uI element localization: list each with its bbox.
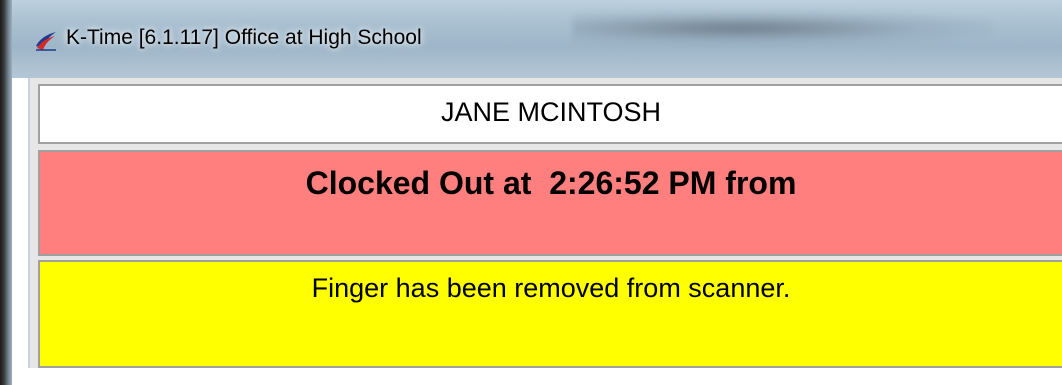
- title-bar-background-blur: [572, 10, 992, 46]
- clock-status-panel: Clocked Out at 2:26:52 PM from: [38, 150, 1062, 256]
- employee-name: JANE MCINTOSH: [440, 97, 662, 127]
- window-bottom-strip: [12, 368, 1062, 385]
- scanner-message-panel: Finger has been removed from scanner.: [38, 260, 1062, 368]
- k-time-app-icon[interactable]: [34, 28, 58, 52]
- title-bar[interactable]: K-Time [6.1.117] Office at High School: [12, 0, 1062, 78]
- k-time-window: K-Time [6.1.117] Office at High School J…: [0, 0, 1062, 385]
- clock-status-text: Clocked Out at 2:26:52 PM from: [305, 165, 797, 201]
- employee-name-panel: JANE MCINTOSH: [38, 84, 1062, 144]
- window-left-frame: [0, 0, 12, 385]
- scanner-message-text: Finger has been removed from scanner.: [311, 273, 791, 303]
- window-title: K-Time [6.1.117] Office at High School: [66, 26, 422, 49]
